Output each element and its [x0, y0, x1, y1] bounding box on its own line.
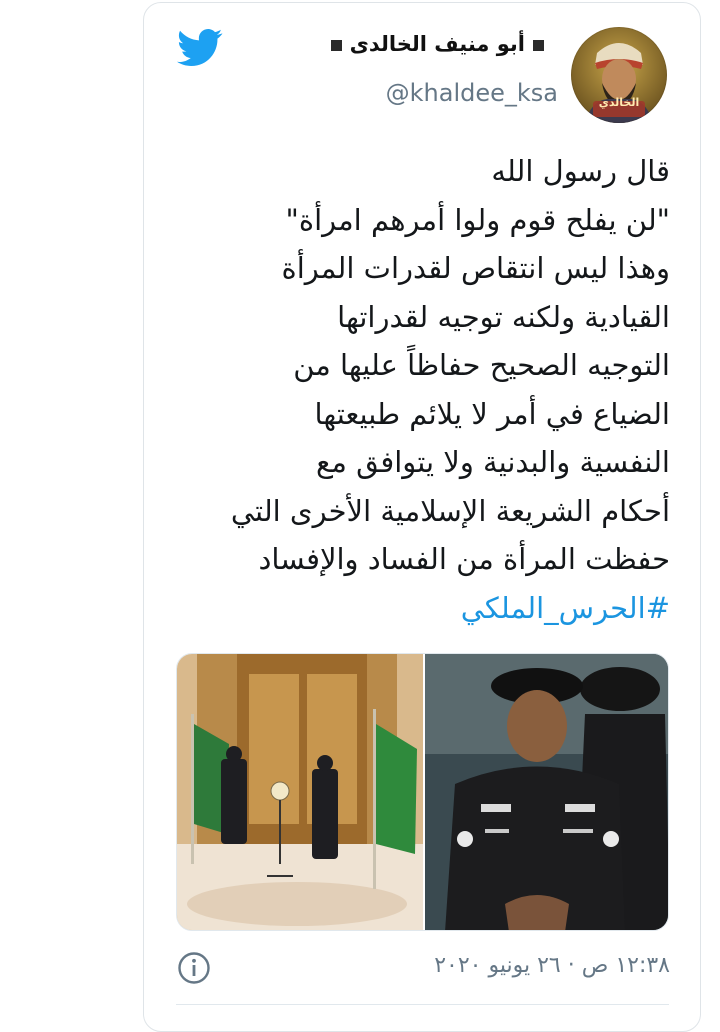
square-icon: [533, 39, 544, 51]
tweet-line: النفسية والبدنية ولا يتوافق مع: [315, 445, 670, 479]
author-name[interactable]: أبو منيف الخالدى: [323, 32, 552, 56]
tweet-line: الضياع في أمر لا يلائم طبيعتها: [314, 396, 670, 431]
tweet-line: أحكام الشريعة الإسلامية الأخرى التي: [230, 493, 670, 528]
tweet-timestamp[interactable]: ١٢:٣٨ ص · ٢٦ يونيو ٢٠٢٠: [434, 953, 670, 978]
divider: [176, 1004, 669, 1005]
tweet-line: حفظت المرأة من الفساد والإفساد: [258, 542, 670, 576]
twitter-bird-icon[interactable]: [177, 28, 223, 68]
tweet-text: قال رسول الله "لن يفلح قوم ولوا أمرهم ام…: [190, 147, 670, 632]
guard-room-photo[interactable]: [177, 654, 423, 931]
author-name-text: أبو منيف الخالدى: [349, 32, 525, 56]
square-icon: [330, 39, 342, 51]
media-grid: [176, 653, 669, 931]
tweet-line: قال رسول الله: [491, 154, 670, 188]
hashtag-link[interactable]: #الحرس_الملكي: [190, 584, 670, 633]
avatar-ring: [571, 27, 667, 123]
tweet-line: "لن يفلح قوم ولوا أمرهم امرأة": [285, 202, 670, 237]
author-handle[interactable]: @khaldee_ksa: [386, 79, 558, 107]
officer-photo[interactable]: [425, 654, 669, 931]
info-icon[interactable]: [176, 950, 212, 986]
tweet-line: التوجيه الصحيح حفاظاً عليها من: [293, 348, 670, 382]
tweet-line: وهذا ليس انتقاص لقدرات المرأة: [281, 251, 670, 285]
tweet-line: القيادية ولكنه توجيه لقدراتها: [337, 299, 670, 334]
